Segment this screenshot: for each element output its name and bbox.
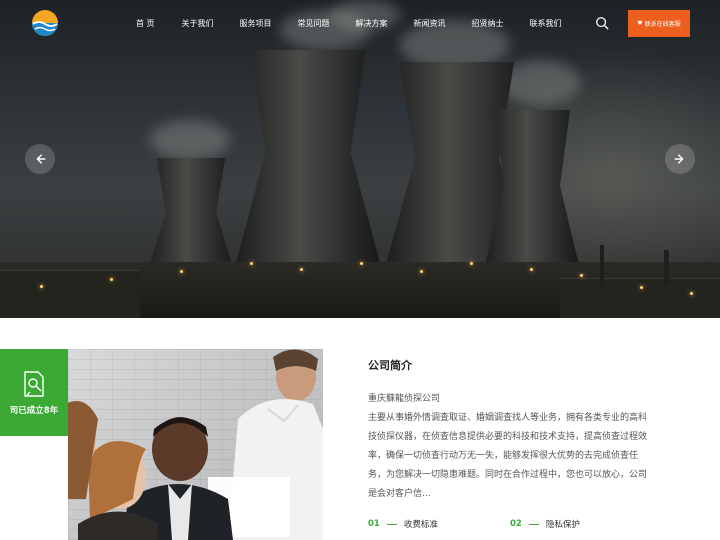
top-nav: 首 页 关于我们 服务项目 常见问题 解决方案 新闻资讯 招贤纳士 联系我们 ♥… [0,0,720,46]
light [470,262,473,265]
light [360,262,363,265]
document-search-icon [24,370,44,397]
light [110,278,113,281]
light [40,285,43,288]
nav-item-careers[interactable]: 招贤纳士 [472,18,504,29]
badge-text: 司已成立8年 [9,405,59,416]
carousel-prev-button[interactable] [25,144,55,174]
light [640,286,643,289]
intro-title: 公司简介 [368,359,412,372]
nav-item-home[interactable]: 首 页 [136,18,155,29]
link-number: 02 [510,519,522,529]
pricing-link[interactable]: 01 收费标准 [368,518,438,530]
intro-body: 重庆蘇龍侦探公司 主要从事婚外情调查取证、婚姻调查找人等业务，拥有各类专业的高科… [368,390,652,504]
link-dash [386,523,397,525]
steam-cloud [150,120,230,160]
factory-block [0,270,140,318]
light [690,292,693,295]
nav-item-faq[interactable]: 常见问题 [298,18,330,29]
light [530,268,533,271]
logo-icon[interactable] [31,9,59,37]
light [250,262,253,265]
arrow-right-icon [674,154,684,164]
nav-menu: 首 页 关于我们 服务项目 常见问题 解决方案 新闻资讯 招贤纳士 联系我们 [136,0,562,46]
link-number: 01 [368,519,380,529]
light [420,270,423,273]
link-dash [528,523,539,525]
chimney [600,245,604,285]
search-icon[interactable] [595,16,609,30]
cooling-tower [232,50,384,278]
nav-item-services[interactable]: 服务项目 [240,18,272,29]
company-name: 重庆蘇龍侦探公司 [368,394,441,404]
light [580,274,583,277]
nav-item-contact[interactable]: 联系我们 [530,18,562,29]
years-badge: 司已成立8年 [0,349,68,436]
online-service-button[interactable]: ♥ 联系在线客服 [628,10,690,37]
arrow-left-icon [36,154,46,164]
team-photo [68,349,323,540]
heart-icon: ♥ [637,20,643,27]
hero-banner [0,0,720,318]
cooling-tower [146,158,236,278]
privacy-link[interactable]: 02 隐私保护 [510,518,580,530]
chimney [664,250,669,285]
intro-description: 主要从事婚外情调查取证、婚姻调查找人等业务，拥有各类专业的高科技侦探仪器，在侦查… [368,413,648,499]
link-label: 收费标准 [403,520,438,530]
link-label: 隐私保护 [545,520,580,530]
nav-item-news[interactable]: 新闻资讯 [414,18,446,29]
light [180,270,183,273]
team-photo-illustration [68,349,323,540]
nav-item-about[interactable]: 关于我们 [182,18,214,29]
factory-block [560,278,720,318]
online-service-label: 联系在线客服 [644,21,681,28]
carousel-next-button[interactable] [665,144,695,174]
nav-item-solutions[interactable]: 解决方案 [356,18,388,29]
light [300,268,303,271]
